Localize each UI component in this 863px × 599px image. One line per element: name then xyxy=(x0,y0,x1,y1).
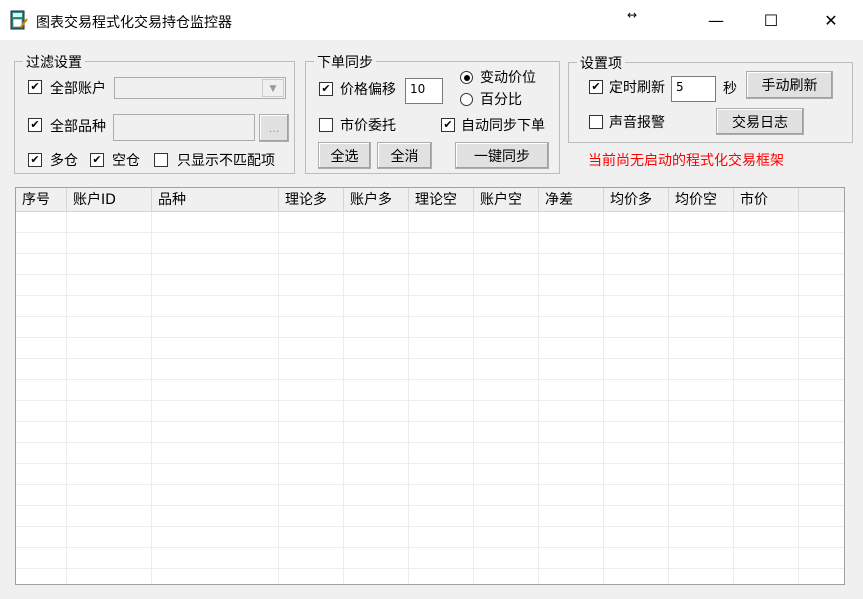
timed-refresh-label: 定时刷新 xyxy=(609,80,665,96)
column-divider xyxy=(343,212,344,584)
table-rows xyxy=(16,212,844,584)
column-header[interactable]: 理论多 xyxy=(279,188,344,211)
price-offset-input[interactable]: 10 xyxy=(405,78,443,104)
only-mismatch-label: 只显示不匹配项 xyxy=(177,153,275,169)
minimize-button[interactable]: — xyxy=(693,0,739,40)
market-order-label: 市价委托 xyxy=(340,118,396,134)
column-divider xyxy=(278,212,279,584)
deselect-all-button[interactable]: 全消 xyxy=(377,142,432,169)
price-offset-checkbox[interactable]: ✔ xyxy=(319,82,333,96)
column-divider xyxy=(538,212,539,584)
timed-refresh-checkbox[interactable]: ✔ xyxy=(589,80,603,94)
table-header: 序号 账户ID 品种 理论多 账户多 理论空 账户空 净差 均价多 均价空 市价 xyxy=(16,188,844,212)
short-position-checkbox[interactable]: ✔ xyxy=(90,153,104,167)
column-header[interactable]: 净差 xyxy=(539,188,604,211)
sound-alarm-checkbox[interactable] xyxy=(589,115,603,129)
percent-radio-label: 百分比 xyxy=(480,92,522,108)
product-input[interactable] xyxy=(113,114,255,141)
column-divider xyxy=(668,212,669,584)
status-message: 当前尚无启动的程式化交易框架 xyxy=(588,153,784,169)
long-position-label: 多仓 xyxy=(50,153,78,169)
account-select[interactable]: ▼ xyxy=(114,77,286,99)
column-divider xyxy=(151,212,152,584)
column-divider xyxy=(798,212,799,584)
column-divider xyxy=(733,212,734,584)
refresh-interval-input[interactable]: 5 xyxy=(671,76,716,102)
maximize-button[interactable]: ☐ xyxy=(748,0,794,40)
column-divider xyxy=(473,212,474,584)
column-divider xyxy=(603,212,604,584)
column-header[interactable]: 序号 xyxy=(16,188,67,211)
settings-group-label: 设置项 xyxy=(577,53,625,73)
all-products-label: 全部品种 xyxy=(50,119,106,135)
sound-alarm-label: 声音报警 xyxy=(609,115,665,131)
order-sync-group-label: 下单同步 xyxy=(314,52,376,72)
tick-radio-label: 变动价位 xyxy=(480,70,536,86)
percent-radio[interactable] xyxy=(460,93,473,106)
one-click-sync-button[interactable]: 一键同步 xyxy=(455,142,549,169)
long-position-checkbox[interactable]: ✔ xyxy=(28,153,42,167)
trade-log-button[interactable]: 交易日志 xyxy=(716,108,804,135)
positions-table[interactable]: 序号 账户ID 品种 理论多 账户多 理论空 账户空 净差 均价多 均价空 市价 xyxy=(15,187,845,585)
price-offset-label: 价格偏移 xyxy=(340,82,396,98)
tick-radio[interactable] xyxy=(460,71,473,84)
column-divider xyxy=(66,212,67,584)
window-title: 图表交易程式化交易持仓监控器 xyxy=(36,15,232,31)
column-header[interactable]: 品种 xyxy=(152,188,279,211)
only-mismatch-checkbox[interactable] xyxy=(154,153,168,167)
column-header[interactable]: 理论空 xyxy=(409,188,474,211)
app-calculator-icon xyxy=(10,10,28,30)
auto-sync-label: 自动同步下单 xyxy=(461,118,545,134)
short-position-label: 空仓 xyxy=(112,153,140,169)
column-divider xyxy=(408,212,409,584)
filter-group-label: 过滤设置 xyxy=(23,52,85,72)
select-all-button[interactable]: 全选 xyxy=(318,142,371,169)
column-header[interactable]: 市价 xyxy=(734,188,799,211)
column-header[interactable]: 均价多 xyxy=(604,188,669,211)
auto-sync-checkbox[interactable]: ✔ xyxy=(441,118,455,132)
chevron-down-icon[interactable]: ▼ xyxy=(262,79,284,97)
all-accounts-label: 全部账户 xyxy=(50,81,106,97)
resize-arrows-icon[interactable]: ↔ xyxy=(627,8,637,22)
all-accounts-checkbox[interactable]: ✔ xyxy=(28,80,42,94)
browse-products-button[interactable]: ... xyxy=(259,114,289,142)
manual-refresh-button[interactable]: 手动刷新 xyxy=(746,71,833,99)
column-header[interactable]: 账户ID xyxy=(67,188,152,211)
column-header[interactable]: 账户空 xyxy=(474,188,539,211)
market-order-checkbox[interactable] xyxy=(319,118,333,132)
column-header[interactable]: 账户多 xyxy=(344,188,409,211)
seconds-label: 秒 xyxy=(723,81,737,97)
column-header[interactable]: 均价空 xyxy=(669,188,734,211)
all-products-checkbox[interactable]: ✔ xyxy=(28,118,42,132)
close-button[interactable]: ✕ xyxy=(808,0,854,40)
